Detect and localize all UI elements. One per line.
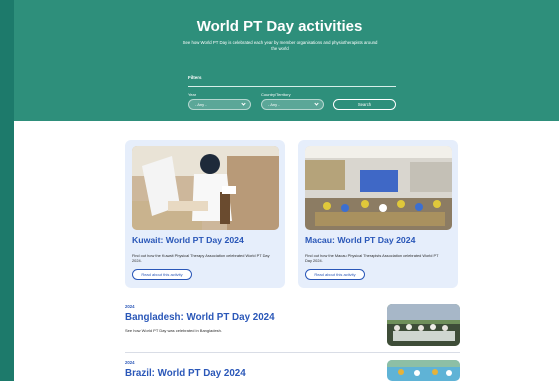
search-button[interactable]: Search — [333, 99, 396, 110]
year-label: Year — [188, 92, 197, 97]
year-select[interactable]: - Any - — [188, 99, 251, 110]
card-description: Find out how the Kuwait Physical Therapy… — [132, 253, 270, 263]
kuwait-photo — [132, 146, 279, 230]
list-item[interactable]: 2024 Bangladesh: World PT Day 2024 See h… — [125, 304, 460, 352]
list-item-thumbnail[interactable] — [387, 360, 460, 381]
chevron-down-icon — [241, 101, 246, 106]
brazil-photo — [387, 360, 460, 381]
activity-image — [132, 146, 279, 230]
list-divider — [125, 352, 460, 353]
page-subtitle: See how World PT Day is celebrated each … — [182, 40, 378, 51]
read-activity-button[interactable]: Read about this activity — [305, 269, 365, 280]
filters-heading: Filters — [188, 75, 202, 80]
country-select[interactable]: - Any - — [261, 99, 324, 110]
hero-banner: World PT Day activities See how World PT… — [0, 0, 559, 121]
page-title: World PT Day activities — [196, 18, 363, 35]
list-item-year: 2024 — [125, 304, 135, 309]
activity-card-macau[interactable]: Macau: World PT Day 2024 Find out how th… — [298, 140, 458, 288]
activity-image — [305, 146, 452, 230]
activity-card-kuwait[interactable]: Kuwait: World PT Day 2024 Find out how t… — [125, 140, 285, 288]
card-title[interactable]: Macau: World PT Day 2024 — [305, 235, 455, 245]
chevron-down-icon — [314, 101, 319, 106]
year-select-value: - Any - — [195, 102, 207, 107]
list-item-description: See how World PT Day was celebrated in B… — [125, 328, 223, 333]
left-accent-bar — [0, 0, 14, 381]
list-item-year: 2024 — [125, 360, 135, 365]
list-item-title[interactable]: Brazil: World PT Day 2024 — [125, 368, 246, 379]
list-item-title[interactable]: Bangladesh: World PT Day 2024 — [125, 312, 275, 323]
bangladesh-photo — [387, 304, 460, 346]
list-item[interactable]: 2024 Brazil: World PT Day 2024 — [125, 360, 460, 381]
read-activity-button[interactable]: Read about this activity — [132, 269, 192, 280]
list-item-thumbnail[interactable] — [387, 304, 460, 346]
card-title[interactable]: Kuwait: World PT Day 2024 — [132, 235, 282, 245]
card-description: Find out how the Macau Physical Therapis… — [305, 253, 439, 263]
country-select-value: - Any - — [268, 102, 280, 107]
macau-photo — [305, 146, 452, 230]
filters-divider — [188, 86, 396, 87]
country-label: Country/Territory — [261, 92, 291, 97]
